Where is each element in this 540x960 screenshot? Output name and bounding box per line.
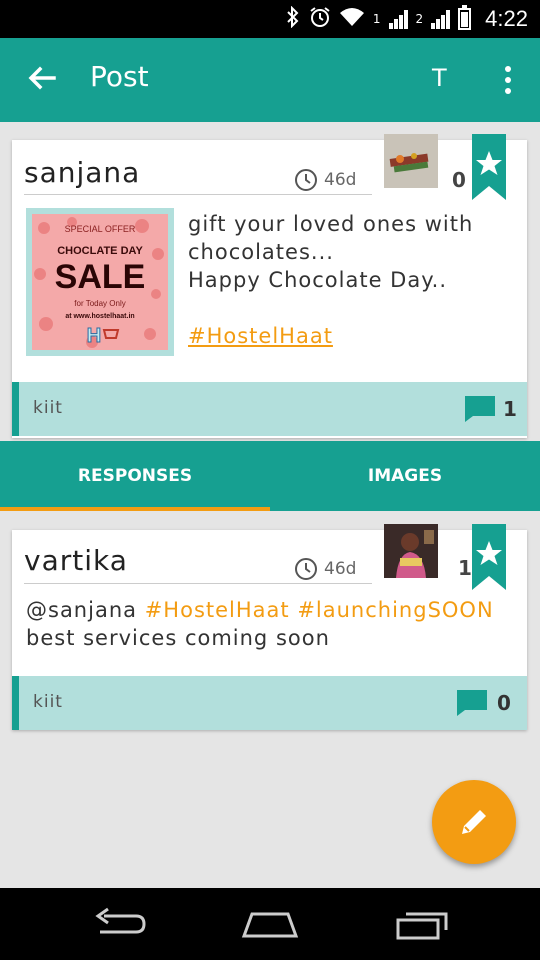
post-comment-count[interactable]: 1 (503, 397, 517, 421)
post-text-line-3: Happy Chocolate Day.. (188, 268, 447, 292)
hashtag-link[interactable]: #HostelHaat (188, 324, 333, 348)
post-image[interactable]: SPECIAL OFFER CHOCLATE DAY SALE for Toda… (26, 208, 174, 356)
response-like-count: 1 (458, 556, 472, 580)
app-bar: Post T (0, 38, 540, 122)
image-text-1: SPECIAL OFFER (65, 224, 136, 234)
tab-indicator (0, 507, 270, 511)
image-text-2: CHOCLATE DAY (57, 245, 143, 257)
hashtag-link[interactable]: #HostelHaat (145, 598, 290, 622)
t-button[interactable]: T (432, 64, 447, 92)
arrow-back-icon (28, 66, 56, 90)
status-icons: 1 2 4:22 (285, 4, 528, 34)
signal-icon-2 (431, 9, 451, 29)
comment-icon[interactable] (465, 396, 495, 422)
post-like-count: 0 (452, 168, 466, 192)
page-title: Post (90, 60, 149, 93)
post-username[interactable]: sanjana (24, 156, 140, 189)
post-thumbnail[interactable] (384, 134, 438, 188)
response-text-line-2: best services coming soon (26, 626, 330, 650)
clock-icon (295, 558, 317, 580)
post-body: gift your loved ones with chocolates... … (188, 210, 473, 350)
image-text-3: SALE (55, 258, 146, 296)
response-card: vartika 46d 1 @sanjana #HostelHaat #laun… (12, 524, 527, 730)
comment-icon[interactable] (457, 690, 487, 716)
status-time: 4:22 (485, 6, 528, 31)
post-time: 46d (294, 168, 356, 192)
battery-icon (458, 5, 472, 30)
post-time-text: 46d (324, 170, 357, 190)
tab-images[interactable]: IMAGES (270, 441, 540, 511)
nav-home-icon[interactable] (240, 906, 300, 942)
nav-back-icon[interactable] (90, 906, 150, 942)
more-vert-icon[interactable] (496, 62, 520, 98)
image-text-4: for Today Only (74, 299, 125, 308)
image-text-5: at www.hostelhaat.in (65, 313, 134, 320)
response-comment-count[interactable]: 0 (497, 691, 511, 715)
alarm-icon (309, 6, 331, 33)
bluetooth-icon (285, 5, 301, 33)
system-nav-bar (0, 888, 540, 960)
post-footer: kiit 1 (12, 382, 527, 436)
post-card: sanjana 46d 0 SPECIAL OFFER CHOCLATE DAY (12, 134, 527, 438)
compose-fab-button[interactable] (432, 780, 516, 864)
post-footer-label: kiit (33, 398, 63, 418)
wifi-icon (339, 7, 365, 32)
hashtag-link-2[interactable]: #launchingSOON (297, 598, 493, 622)
username-divider (24, 583, 372, 584)
clock-icon (295, 169, 317, 191)
response-username[interactable]: vartika (24, 544, 128, 577)
sim1-label: 1 (372, 12, 381, 26)
image-logo-text: H (87, 325, 101, 347)
status-bar: 1 2 4:22 (0, 0, 540, 38)
response-footer-label: kiit (33, 692, 63, 712)
response-body: @sanjana #HostelHaat #launchingSOON best… (26, 596, 494, 652)
response-time: 46d (294, 557, 356, 581)
tab-bar: RESPONSES IMAGES (0, 441, 540, 511)
mention-link[interactable]: @sanjana (26, 598, 137, 622)
nav-recents-icon[interactable] (392, 906, 452, 942)
response-avatar[interactable] (384, 524, 438, 578)
response-time-text: 46d (324, 559, 357, 579)
tab-responses[interactable]: RESPONSES (0, 441, 270, 511)
back-button[interactable] (22, 58, 62, 98)
post-text-line-1: gift your loved ones with (188, 212, 474, 236)
post-text-line-2: chocolates... (188, 240, 334, 264)
sim2-label: 2 (415, 12, 424, 26)
star-ribbon-icon[interactable] (472, 134, 506, 200)
star-ribbon-icon[interactable] (472, 524, 506, 590)
username-divider (24, 194, 372, 195)
response-footer: kiit 0 (12, 676, 527, 730)
pencil-icon (462, 810, 486, 834)
signal-icon (388, 9, 408, 29)
